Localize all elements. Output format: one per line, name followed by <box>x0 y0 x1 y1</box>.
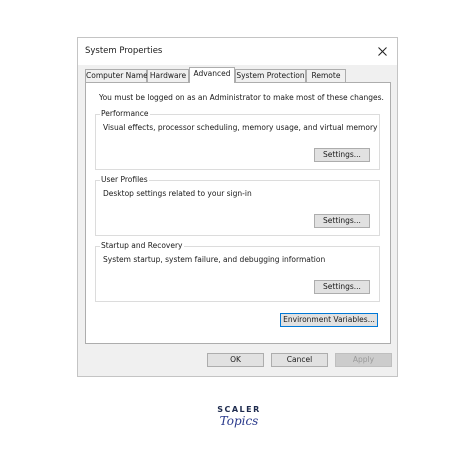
advanced-tab-panel: You must be logged on as an Administrato… <box>85 82 391 344</box>
cancel-button[interactable]: Cancel <box>271 353 328 367</box>
user-profiles-group: User Profiles Desktop settings related t… <box>95 175 380 236</box>
system-properties-dialog: System Properties Computer Name Hardware… <box>77 37 398 377</box>
tab-computer-name[interactable]: Computer Name <box>85 69 148 82</box>
title-bar: System Properties <box>78 38 397 65</box>
user-profiles-settings-button[interactable]: Settings... <box>314 214 370 228</box>
performance-description: Visual effects, processor scheduling, me… <box>103 123 378 132</box>
logo-topics-text: Topics <box>219 414 259 428</box>
logo-scaler-text: SCALER <box>217 405 261 414</box>
tab-remote[interactable]: Remote <box>306 69 346 82</box>
window-title: System Properties <box>85 46 163 56</box>
startup-recovery-settings-button[interactable]: Settings... <box>314 280 370 294</box>
performance-label: Performance <box>100 109 150 118</box>
startup-recovery-description: System startup, system failure, and debu… <box>103 255 326 264</box>
startup-recovery-label: Startup and Recovery <box>100 241 184 250</box>
admin-notice: You must be logged on as an Administrato… <box>99 93 384 102</box>
tab-strip: Computer Name Hardware Advanced System P… <box>85 67 397 83</box>
tab-hardware[interactable]: Hardware <box>147 69 189 82</box>
ok-button[interactable]: OK <box>207 353 264 367</box>
tab-system-protection[interactable]: System Protection <box>235 69 306 82</box>
tab-advanced[interactable]: Advanced <box>189 67 235 83</box>
performance-settings-button[interactable]: Settings... <box>314 148 370 162</box>
close-button[interactable] <box>367 38 397 65</box>
close-icon <box>377 47 387 56</box>
scaler-topics-logo: SCALER Topics <box>214 405 264 441</box>
apply-button[interactable]: Apply <box>335 353 392 367</box>
performance-group: Performance Visual effects, processor sc… <box>95 109 380 170</box>
startup-recovery-group: Startup and Recovery System startup, sys… <box>95 241 380 302</box>
environment-variables-button[interactable]: Environment Variables... <box>280 313 378 327</box>
user-profiles-description: Desktop settings related to your sign-in <box>103 189 252 198</box>
user-profiles-label: User Profiles <box>100 175 149 184</box>
